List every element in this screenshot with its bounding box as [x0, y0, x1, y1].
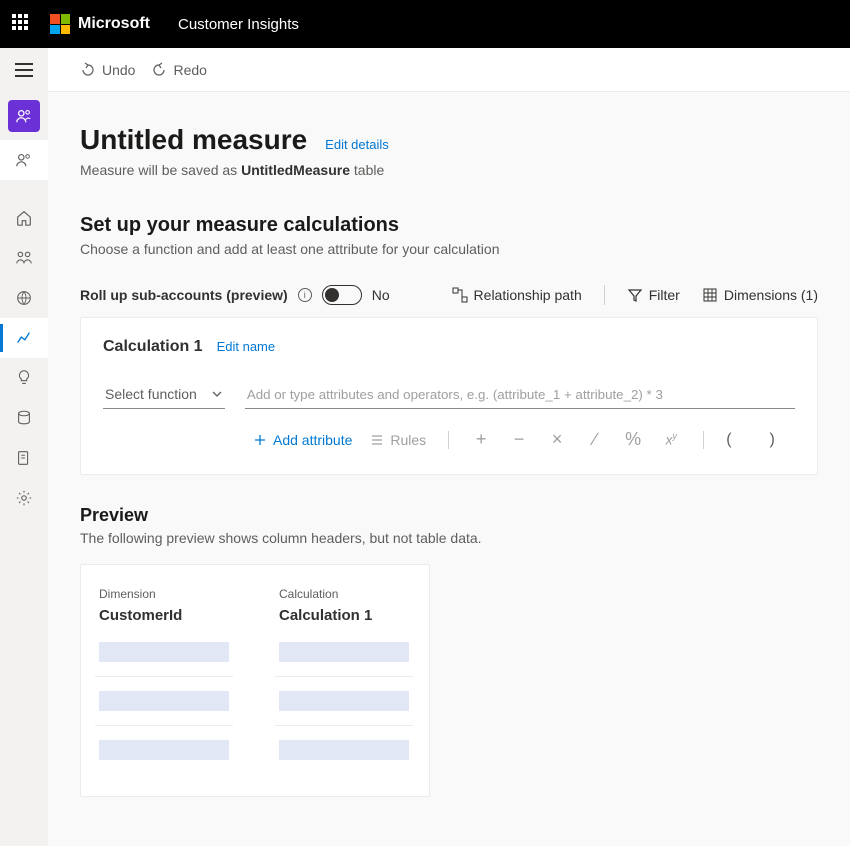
calc-title: Calculation 1: [103, 338, 203, 356]
placeholder-cell: [99, 642, 229, 662]
relationship-path-button[interactable]: Relationship path: [452, 287, 582, 303]
op-power[interactable]: xy: [661, 431, 681, 448]
nav-settings-icon[interactable]: [0, 478, 48, 518]
separator: [604, 285, 605, 305]
undo-icon: [80, 62, 96, 78]
rollup-toggle[interactable]: [322, 285, 362, 305]
op-plus[interactable]: +: [471, 429, 491, 450]
section-subtitle: Choose a function and add at least one a…: [80, 241, 818, 257]
redo-label: Redo: [173, 62, 206, 78]
calculation-label: Calculation: [279, 587, 409, 601]
app-launcher-icon[interactable]: [12, 14, 32, 34]
plus-icon: [253, 433, 267, 447]
info-icon[interactable]: i: [298, 288, 312, 302]
calculation-value: Calculation 1: [279, 607, 409, 624]
add-attribute-button[interactable]: Add attribute: [253, 432, 352, 448]
undo-label: Undo: [102, 62, 135, 78]
preview-card: Dimension CustomerId Calculation Calcula…: [80, 564, 430, 797]
op-paren-close[interactable]: ): [770, 431, 775, 449]
table-icon: [702, 287, 718, 303]
placeholder-cell: [99, 691, 229, 711]
filter-icon: [627, 287, 643, 303]
brand-name: Microsoft: [78, 15, 150, 33]
nav-data-icon[interactable]: [0, 398, 48, 438]
op-divide[interactable]: ∕: [585, 429, 605, 450]
op-minus[interactable]: −: [509, 429, 529, 450]
placeholder-cell: [279, 740, 409, 760]
placeholder-cell: [279, 642, 409, 662]
filter-button[interactable]: Filter: [627, 287, 680, 303]
nav-segments-icon[interactable]: [0, 238, 48, 278]
dimension-label: Dimension: [99, 587, 229, 601]
nav-toggle-button[interactable]: [15, 63, 33, 77]
select-function-dropdown[interactable]: Select function: [103, 380, 225, 409]
preview-subtitle: The following preview shows column heade…: [80, 530, 818, 546]
calculation-card: Calculation 1 Edit name Select function …: [80, 317, 818, 475]
dimension-value: CustomerId: [99, 607, 229, 624]
placeholder-cell: [279, 691, 409, 711]
nav-export-icon[interactable]: [0, 438, 48, 478]
nav-home-icon[interactable]: [0, 198, 48, 238]
placeholder-cell: [99, 740, 229, 760]
page-title: Untitled measure: [80, 124, 307, 156]
relationship-icon: [452, 287, 468, 303]
nav-customers-icon[interactable]: [0, 140, 48, 180]
redo-icon: [151, 62, 167, 78]
undo-button[interactable]: Undo: [80, 62, 135, 78]
rules-icon: [370, 433, 384, 447]
save-as-text: Measure will be saved as UntitledMeasure…: [80, 162, 818, 178]
edit-details-link[interactable]: Edit details: [325, 137, 389, 152]
section-title: Set up your measure calculations: [80, 214, 818, 237]
formula-input[interactable]: [245, 381, 795, 409]
chevron-down-icon: [211, 388, 223, 400]
toggle-value: No: [372, 287, 390, 303]
product-name: Customer Insights: [178, 16, 299, 33]
op-paren-open[interactable]: (: [726, 431, 731, 449]
preview-title: Preview: [80, 505, 818, 526]
microsoft-logo-icon: [50, 14, 70, 34]
separator: [448, 431, 449, 449]
nav-measures-icon[interactable]: [0, 318, 48, 358]
op-percent[interactable]: %: [623, 429, 643, 450]
edit-name-link[interactable]: Edit name: [217, 339, 276, 354]
nav-intelligence-icon[interactable]: [0, 358, 48, 398]
dimensions-button[interactable]: Dimensions (1): [702, 287, 818, 303]
op-multiply[interactable]: ×: [547, 429, 567, 450]
rules-button[interactable]: Rules: [370, 432, 426, 448]
rollup-label: Roll up sub-accounts (preview): [80, 287, 288, 303]
redo-button[interactable]: Redo: [151, 62, 206, 78]
nav-globe-icon[interactable]: [0, 278, 48, 318]
nav-audience-icon[interactable]: [8, 100, 40, 132]
separator: [703, 431, 704, 449]
